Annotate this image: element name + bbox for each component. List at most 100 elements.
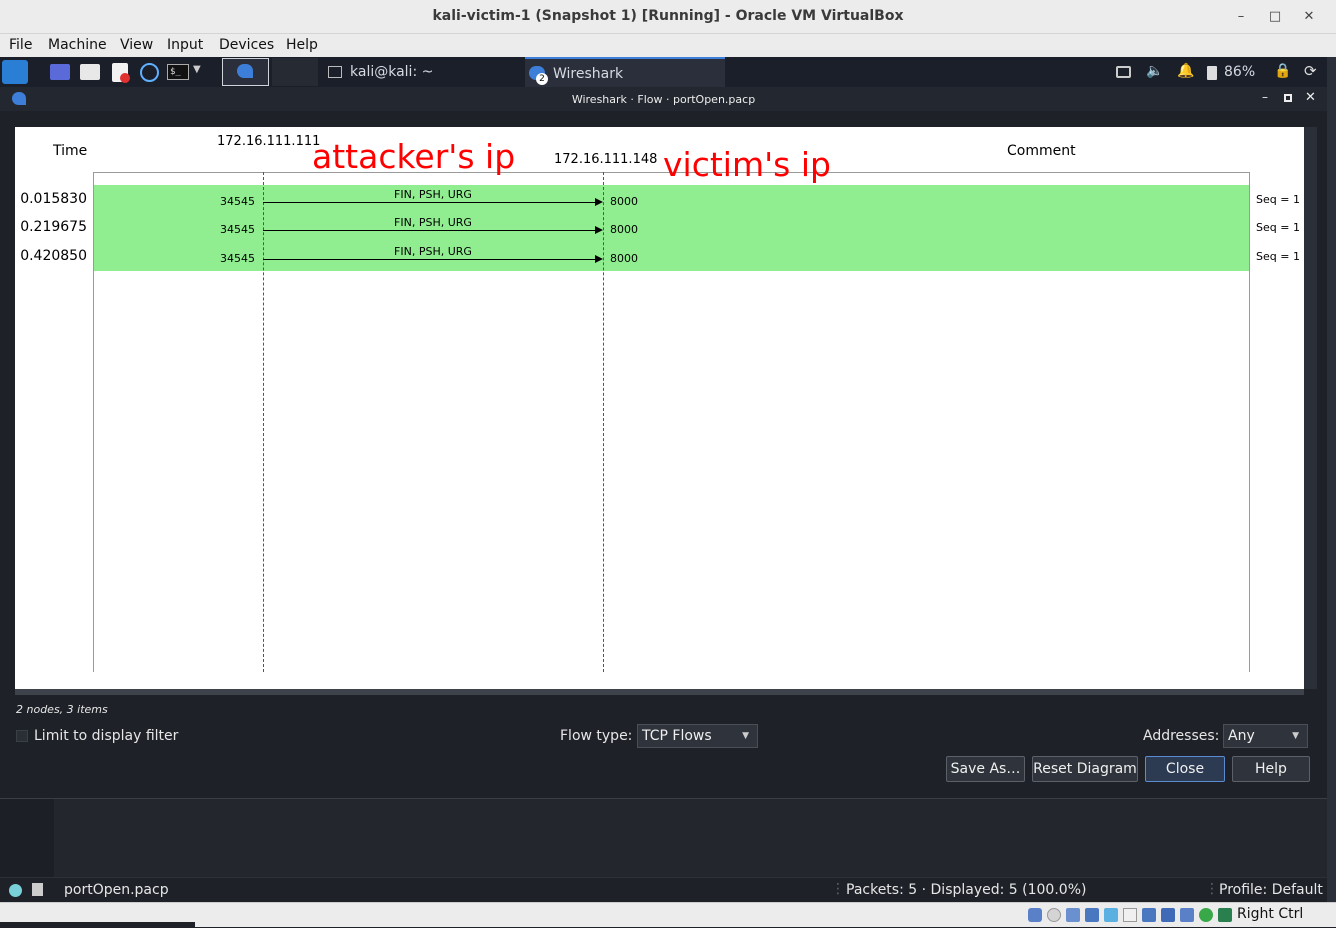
save-as-button[interactable]: Save As…	[946, 756, 1025, 782]
flow-dst-port: 8000	[610, 195, 638, 208]
flow-label: FIN, PSH, URG	[394, 245, 472, 258]
flow-row[interactable]: 0.015830 34545 FIN, PSH, URG 8000 Seq = …	[15, 185, 1304, 213]
arrow-head-icon	[595, 198, 603, 206]
help-button[interactable]: Help	[1232, 756, 1310, 782]
status-separator: ⋮	[1205, 881, 1219, 897]
maximize-icon[interactable]	[1284, 94, 1292, 102]
wireshark-fin-icon	[237, 64, 253, 78]
side-pane	[0, 799, 54, 878]
flow-arrow-line	[263, 259, 597, 260]
close-button[interactable]: Close	[1145, 756, 1225, 782]
battery-icon	[1207, 66, 1217, 80]
task-wireshark-label: Wireshark	[553, 66, 624, 82]
harddisk-icon[interactable]	[1028, 908, 1042, 922]
terminal-icon[interactable]: $_	[167, 64, 189, 80]
menu-view[interactable]: View	[120, 37, 153, 53]
menu-input[interactable]: Input	[167, 37, 203, 53]
text-editor-icon[interactable]	[112, 63, 130, 83]
addresses-value: Any	[1228, 728, 1255, 744]
flow-time: 0.420850	[20, 248, 87, 264]
close-icon[interactable]: ✕	[1305, 90, 1316, 105]
minimize-icon[interactable]: –	[1262, 90, 1268, 104]
flow-diagram[interactable]: Time 172.16.111.111 172.16.111.148 Comme…	[15, 127, 1304, 689]
kali-menu-icon[interactable]	[2, 60, 28, 84]
optical-drive-icon[interactable]	[1047, 908, 1061, 922]
maximize-icon[interactable]: □	[1264, 6, 1286, 28]
limit-filter-checkbox[interactable]	[16, 730, 28, 742]
menu-help[interactable]: Help	[286, 37, 318, 53]
host-key-label: Right Ctrl	[1237, 906, 1304, 922]
victim-annotation: victim's ip	[663, 145, 831, 184]
guest-additions-icon[interactable]	[1199, 908, 1213, 922]
chevron-down-icon: ▼	[1292, 731, 1299, 741]
menu-file[interactable]: File	[9, 37, 32, 53]
time-header: Time	[53, 143, 88, 159]
minimize-icon[interactable]: –	[1230, 6, 1252, 28]
flow-type-value: TCP Flows	[642, 728, 712, 744]
wireshark-main-area	[0, 798, 1327, 878]
flow-arrow-line	[263, 230, 597, 231]
host-window-title: kali-victim-1 (Snapshot 1) [Running] - O…	[432, 8, 904, 24]
usb-icon[interactable]	[1104, 908, 1118, 922]
task-terminal-label: kali@kali: ~	[350, 64, 434, 80]
audio-icon[interactable]	[1066, 908, 1080, 922]
display-icon[interactable]	[1142, 908, 1156, 922]
edit-comment-icon[interactable]	[32, 883, 43, 896]
vt-x-icon[interactable]	[1180, 908, 1194, 922]
chevron-down-icon: ▼	[742, 731, 749, 741]
reset-diagram-button[interactable]: Reset Diagram	[1032, 756, 1138, 782]
browser-icon[interactable]	[140, 63, 159, 82]
flow-type-label: Flow type:	[560, 728, 633, 744]
logout-icon[interactable]: ⟳	[1304, 62, 1317, 80]
task-terminal[interactable]: kali@kali: ~	[328, 57, 518, 87]
flow-label: FIN, PSH, URG	[394, 188, 472, 201]
dialog-title: Wireshark · Flow · portOpen.pacp	[571, 93, 756, 106]
chevron-down-icon[interactable]: ▼	[193, 64, 201, 75]
node-b-header: 172.16.111.148	[554, 152, 658, 167]
flow-row[interactable]: 0.219675 34545 FIN, PSH, URG 8000 Seq = …	[15, 213, 1304, 241]
network-icon[interactable]	[1085, 908, 1099, 922]
attacker-annotation: attacker's ip	[312, 137, 516, 176]
status-profile[interactable]: Profile: Default	[1219, 882, 1323, 898]
flow-dst-port: 8000	[610, 252, 638, 265]
limit-filter-label: Limit to display filter	[34, 728, 179, 744]
terminal-icon	[328, 66, 342, 78]
file-manager-icon[interactable]	[80, 64, 100, 80]
host-menu-bar: File Machine View Input Devices Help	[0, 34, 1336, 57]
summary-text: 2 nodes, 3 items	[16, 703, 108, 716]
kali-panel: $_ ▼ kali@kali: ~ 2 Wireshark 🔈 🔔 86% 🔒 …	[0, 57, 1327, 87]
workspace-2[interactable]	[272, 58, 318, 86]
close-icon[interactable]: ✕	[1298, 6, 1320, 28]
menu-devices[interactable]: Devices	[219, 37, 274, 53]
lock-icon[interactable]: 🔒	[1274, 63, 1291, 79]
desktop-icon[interactable]	[50, 64, 70, 80]
dialog-title-bar: Wireshark · Flow · portOpen.pacp – ✕	[0, 87, 1327, 111]
task-wireshark[interactable]: 2 Wireshark	[525, 57, 725, 87]
display-icon[interactable]	[1116, 66, 1131, 78]
menu-machine[interactable]: Machine	[48, 37, 107, 53]
addresses-select[interactable]: Any ▼	[1223, 724, 1308, 748]
host-title-bar: kali-victim-1 (Snapshot 1) [Running] - O…	[0, 0, 1336, 34]
node-a-header: 172.16.111.111	[217, 134, 321, 149]
mouse-integration-icon[interactable]	[1218, 908, 1232, 922]
flow-time: 0.015830	[20, 191, 87, 207]
flow-row[interactable]: 0.420850 34545 FIN, PSH, URG 8000 Seq = …	[15, 242, 1304, 270]
flow-comment: Seq = 1	[1256, 250, 1300, 263]
flow-src-port: 34545	[220, 252, 255, 265]
vm-display: $_ ▼ kali@kali: ~ 2 Wireshark 🔈 🔔 86% 🔒 …	[0, 57, 1327, 902]
shared-folder-icon[interactable]	[1123, 908, 1137, 922]
status-packets: Packets: 5 · Displayed: 5 (100.0%)	[846, 882, 1087, 898]
flow-src-port: 34545	[220, 223, 255, 236]
flow-src-port: 34545	[220, 195, 255, 208]
volume-icon[interactable]: 🔈	[1146, 63, 1163, 79]
notification-bell-icon[interactable]: 🔔	[1177, 63, 1194, 79]
recording-icon[interactable]	[1161, 908, 1175, 922]
background-window	[1327, 57, 1336, 902]
flow-time: 0.219675	[20, 219, 87, 235]
flow-type-select[interactable]: TCP Flows ▼	[637, 724, 758, 748]
vertical-scrollbar[interactable]	[1304, 127, 1317, 689]
workspace-1[interactable]	[222, 58, 269, 86]
battery-level: 86%	[1224, 64, 1256, 80]
horizontal-scrollbar[interactable]	[15, 689, 1304, 695]
status-indicator-icon	[9, 884, 22, 897]
